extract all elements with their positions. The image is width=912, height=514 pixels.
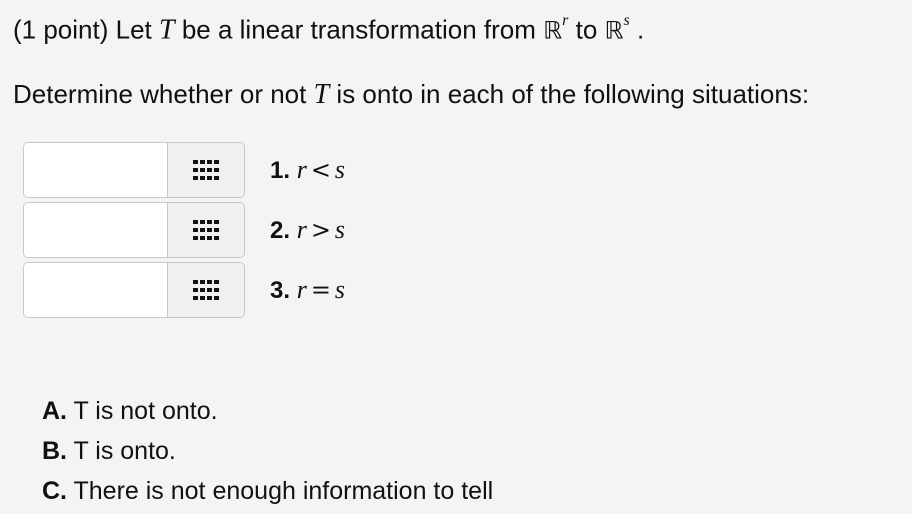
choice-b: B. T is onto. — [42, 431, 493, 471]
question-prompt: Determine whether or not T is onto in ea… — [13, 77, 809, 112]
choice-letter-c: C. — [42, 477, 67, 505]
answer-select-2[interactable] — [23, 202, 245, 258]
answer-select-button-3[interactable] — [167, 263, 244, 317]
period: . — [637, 14, 645, 45]
row-lhs-3: r — [296, 275, 307, 304]
answer-select-button-1[interactable] — [167, 143, 244, 197]
prompt-part2: is onto in each of the following situati… — [336, 79, 810, 109]
row-number-2: 2. — [270, 217, 291, 244]
row-label-3: 3. r = s — [270, 275, 345, 305]
row-rhs-1: s — [334, 155, 346, 184]
row-lhs-2: r — [296, 215, 307, 244]
domain-set: ℝ — [543, 16, 563, 45]
answer-select-3[interactable] — [23, 262, 245, 318]
row-op-1: < — [310, 156, 331, 184]
answer-select-button-2[interactable] — [167, 203, 244, 257]
row-op-2: > — [310, 216, 331, 244]
grid-icon — [193, 160, 220, 180]
grid-icon — [193, 280, 220, 300]
variable-T: T — [159, 14, 175, 46]
text-be: be a linear transformation from — [181, 14, 536, 45]
choice-letter-a: A. — [42, 397, 67, 425]
answer-select-value-2[interactable] — [24, 203, 168, 257]
choice-letter-b: B. — [42, 437, 67, 465]
answer-row-1: 1. r < s — [23, 142, 345, 198]
grid-icon — [193, 220, 220, 240]
choices-list: A. T is not onto. B. T is onto. C. There… — [42, 391, 493, 511]
question-statement: (1 point) Let T be a linear transformati… — [13, 8, 644, 48]
codomain-exponent: s — [623, 12, 630, 29]
text-to: to — [575, 14, 598, 45]
row-number-1: 1. — [270, 157, 291, 184]
choice-c: C. There is not enough information to te… — [42, 471, 493, 511]
prompt-part1: Determine whether or not — [13, 79, 307, 109]
row-lhs-1: r — [296, 155, 307, 184]
text-let: Let — [115, 14, 152, 45]
answer-row-2: 2. r > s — [23, 202, 345, 258]
row-label-2: 2. r > s — [270, 215, 345, 245]
answer-select-value-3[interactable] — [24, 263, 168, 317]
variable-T-prompt: T — [313, 79, 330, 110]
choice-text-b: T is onto. — [73, 437, 176, 465]
domain-exponent: r — [562, 12, 569, 29]
answer-select-1[interactable] — [23, 142, 245, 198]
answer-select-value-1[interactable] — [24, 143, 168, 197]
codomain-set: ℝ — [604, 16, 624, 45]
row-number-3: 3. — [270, 277, 291, 304]
choice-text-a: T is not onto. — [73, 397, 218, 425]
answer-row-3: 3. r = s — [23, 262, 345, 318]
row-label-1: 1. r < s — [270, 155, 345, 185]
points-label: (1 point) — [13, 14, 109, 45]
row-rhs-2: s — [334, 215, 346, 244]
choice-text-c: There is not enough information to tell — [73, 477, 494, 505]
choice-a: A. T is not onto. — [42, 391, 493, 431]
row-op-3: = — [310, 276, 331, 304]
row-rhs-3: s — [334, 275, 346, 304]
